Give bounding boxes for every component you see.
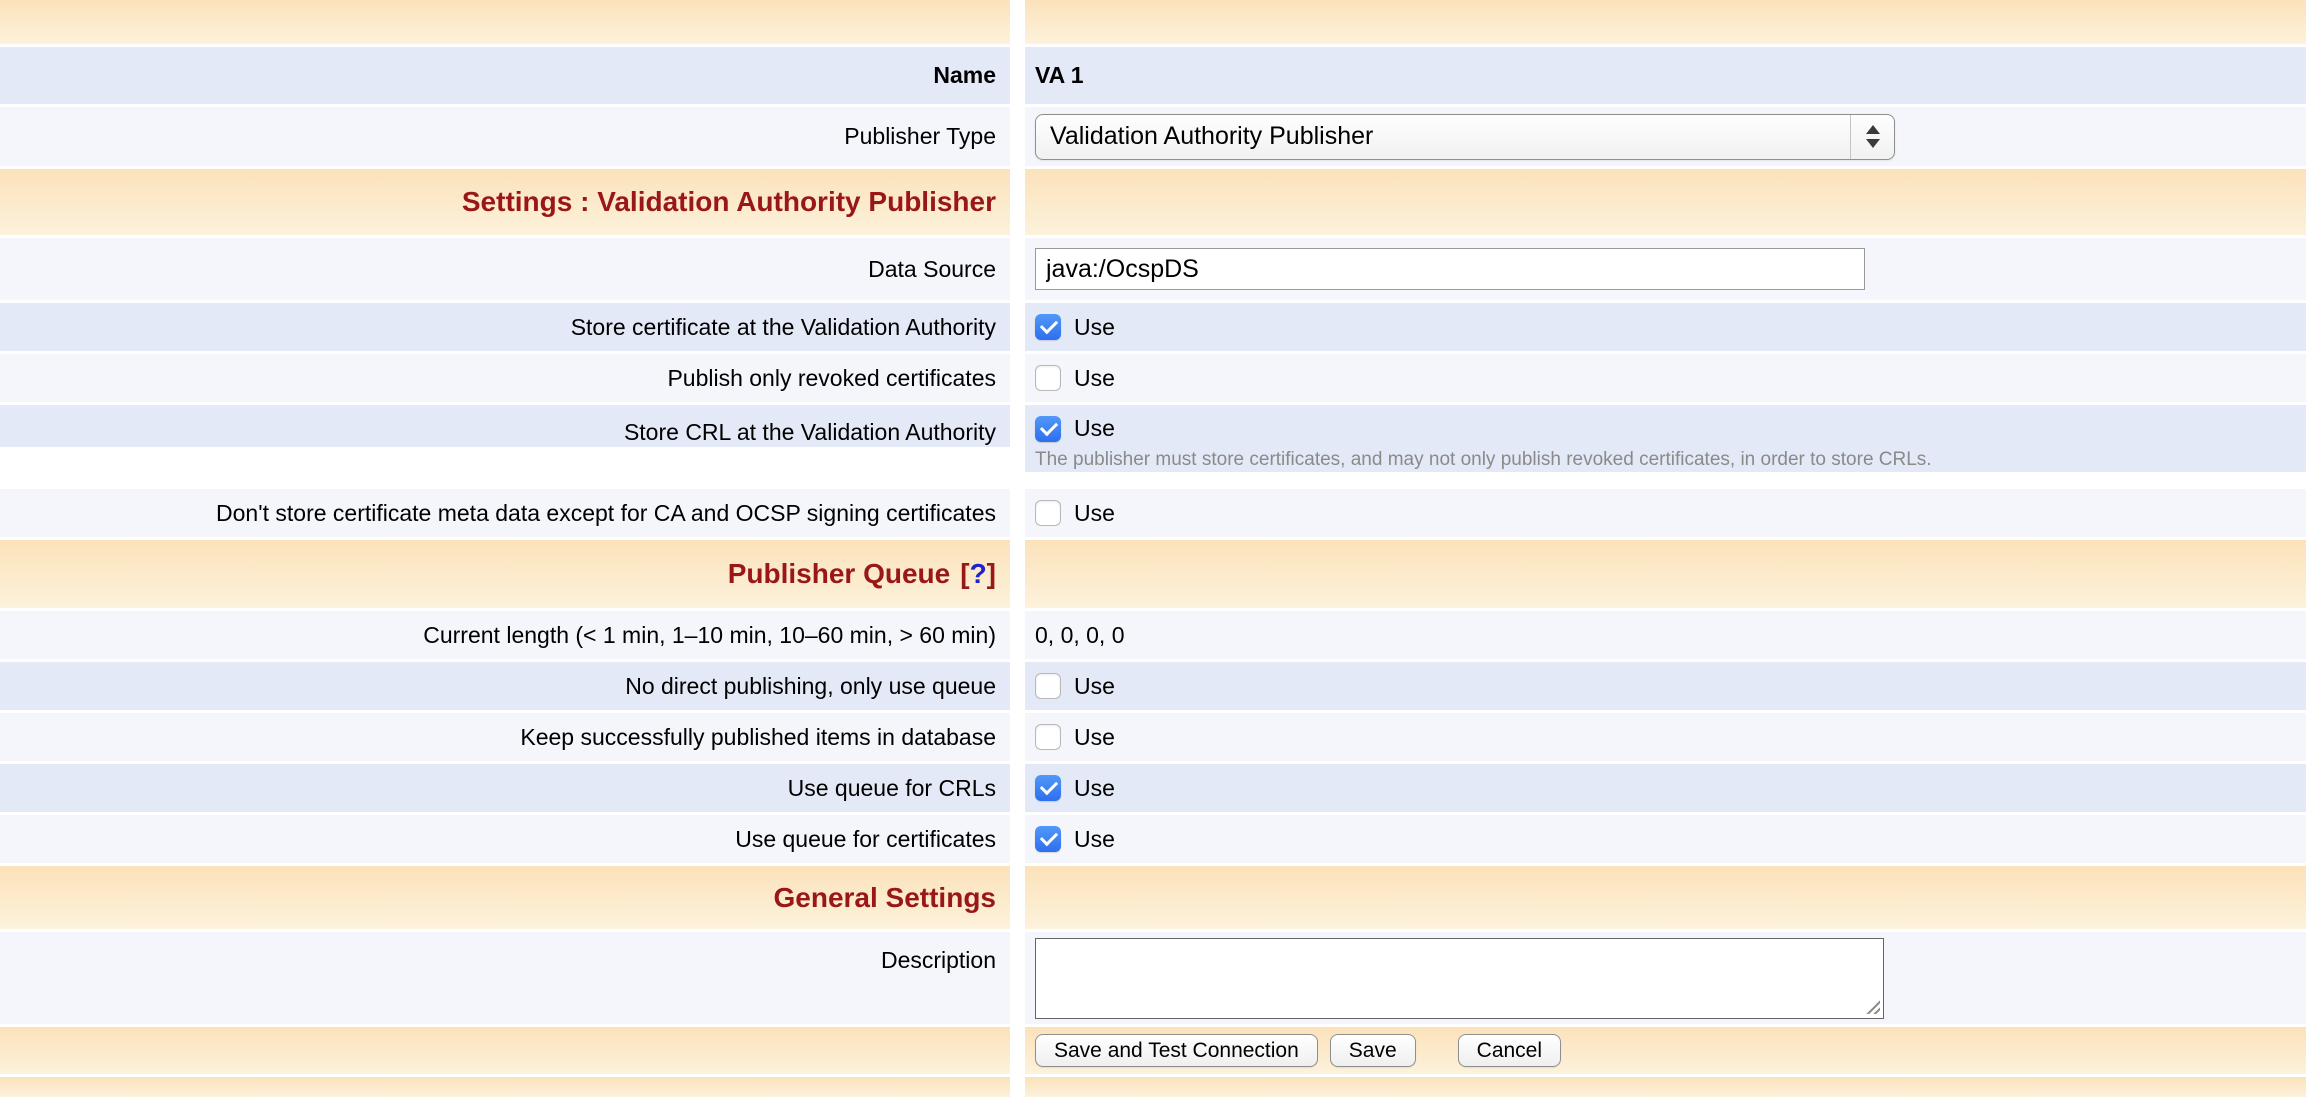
keep-published-items-checkbox[interactable] — [1035, 724, 1061, 750]
publish-only-revoked-checkbox[interactable] — [1035, 365, 1061, 391]
save-and-test-connection-button[interactable]: Save and Test Connection — [1035, 1034, 1318, 1067]
use-queue-for-certificates-label: Use queue for certificates — [735, 825, 996, 854]
publisher-type-select[interactable]: Validation Authority Publisher — [1035, 114, 1895, 160]
row-name: Name VA 1 — [0, 47, 2306, 104]
row-publisher-type: Publisher Type Validation Authority Publ… — [0, 107, 2306, 166]
no-direct-publishing-label: No direct publishing, only use queue — [625, 672, 996, 701]
store-certificate-label: Store certificate at the Validation Auth… — [571, 313, 996, 342]
row-use-queue-for-crls: Use queue for CRLs Use — [0, 764, 2306, 812]
chevron-down-icon — [1866, 139, 1880, 148]
row-dont-store-meta: Don't store certificate meta data except… — [0, 489, 2306, 537]
no-direct-publishing-use-label: Use — [1074, 673, 1115, 700]
name-value: VA 1 — [1035, 62, 1084, 89]
edit-publisher-form: Name VA 1 Publisher Type Validation Auth… — [0, 0, 2306, 1097]
dont-store-meta-label: Don't store certificate meta data except… — [216, 499, 996, 528]
publisher-type-label: Publisher Type — [844, 122, 996, 151]
row-buttons: Save and Test Connection Save Cancel — [0, 1027, 2306, 1074]
keep-published-items-use-label: Use — [1074, 724, 1115, 751]
queue-length-label: Current length (< 1 min, 1–10 min, 10–60… — [423, 621, 996, 650]
dont-store-meta-checkbox[interactable] — [1035, 500, 1061, 526]
store-crl-label: Store CRL at the Validation Authority — [624, 418, 996, 447]
store-crl-checkbox[interactable] — [1035, 416, 1061, 442]
publisher-queue-section-title: Publisher Queue — [728, 557, 951, 591]
store-certificate-use-label: Use — [1074, 314, 1115, 341]
publish-only-revoked-label: Publish only revoked certificates — [667, 364, 996, 393]
settings-section-title: Settings : Validation Authority Publishe… — [462, 185, 996, 219]
row-store-crl: Store CRL at the Validation Authority Us… — [0, 405, 2306, 486]
save-button[interactable]: Save — [1330, 1034, 1416, 1067]
general-settings-section-title: General Settings — [773, 881, 996, 915]
section-header-settings: Settings : Validation Authority Publishe… — [0, 169, 2306, 235]
description-textarea[interactable] — [1035, 938, 1884, 1019]
no-direct-publishing-checkbox[interactable] — [1035, 673, 1061, 699]
row-description: Description — [0, 932, 2306, 1024]
name-label: Name — [933, 61, 996, 90]
use-queue-for-certificates-use-label: Use — [1074, 826, 1115, 853]
section-header-general-settings: General Settings — [0, 866, 2306, 929]
use-queue-for-crls-label: Use queue for CRLs — [788, 774, 996, 803]
row-no-direct-publishing: No direct publishing, only use queue Use — [0, 662, 2306, 710]
select-stepper-icon — [1850, 115, 1894, 159]
keep-published-items-label: Keep successfully published items in dat… — [520, 723, 996, 752]
help-bracket-open: [ — [960, 557, 969, 591]
data-source-label: Data Source — [868, 255, 996, 284]
dont-store-meta-use-label: Use — [1074, 500, 1115, 527]
publisher-queue-help-link[interactable]: ? — [970, 557, 987, 591]
section-header-publisher-queue: Publisher Queue [ ? ] — [0, 540, 2306, 608]
queue-length-value: 0, 0, 0, 0 — [1035, 622, 1125, 649]
data-source-input[interactable] — [1035, 248, 1865, 290]
use-queue-for-certificates-checkbox[interactable] — [1035, 826, 1061, 852]
use-queue-for-crls-checkbox[interactable] — [1035, 775, 1061, 801]
help-bracket-close: ] — [987, 557, 996, 591]
publisher-type-selected-value: Validation Authority Publisher — [1036, 122, 1850, 151]
row-use-queue-for-certificates: Use queue for certificates Use — [0, 815, 2306, 863]
row-keep-published-items: Keep successfully published items in dat… — [0, 713, 2306, 761]
use-queue-for-crls-use-label: Use — [1074, 775, 1115, 802]
publish-only-revoked-use-label: Use — [1074, 365, 1115, 392]
store-crl-use-label: Use — [1074, 415, 1115, 442]
section-band-top — [0, 0, 2306, 44]
section-band-bottom — [0, 1077, 2306, 1097]
row-store-certificate: Store certificate at the Validation Auth… — [0, 303, 2306, 351]
row-data-source: Data Source — [0, 238, 2306, 300]
description-label: Description — [881, 946, 996, 975]
row-publish-only-revoked: Publish only revoked certificates Use — [0, 354, 2306, 402]
store-crl-note: The publisher must store certificates, a… — [1035, 449, 1932, 472]
cancel-button[interactable]: Cancel — [1458, 1034, 1561, 1067]
chevron-up-icon — [1866, 125, 1880, 134]
store-certificate-checkbox[interactable] — [1035, 314, 1061, 340]
row-queue-length: Current length (< 1 min, 1–10 min, 10–60… — [0, 611, 2306, 659]
